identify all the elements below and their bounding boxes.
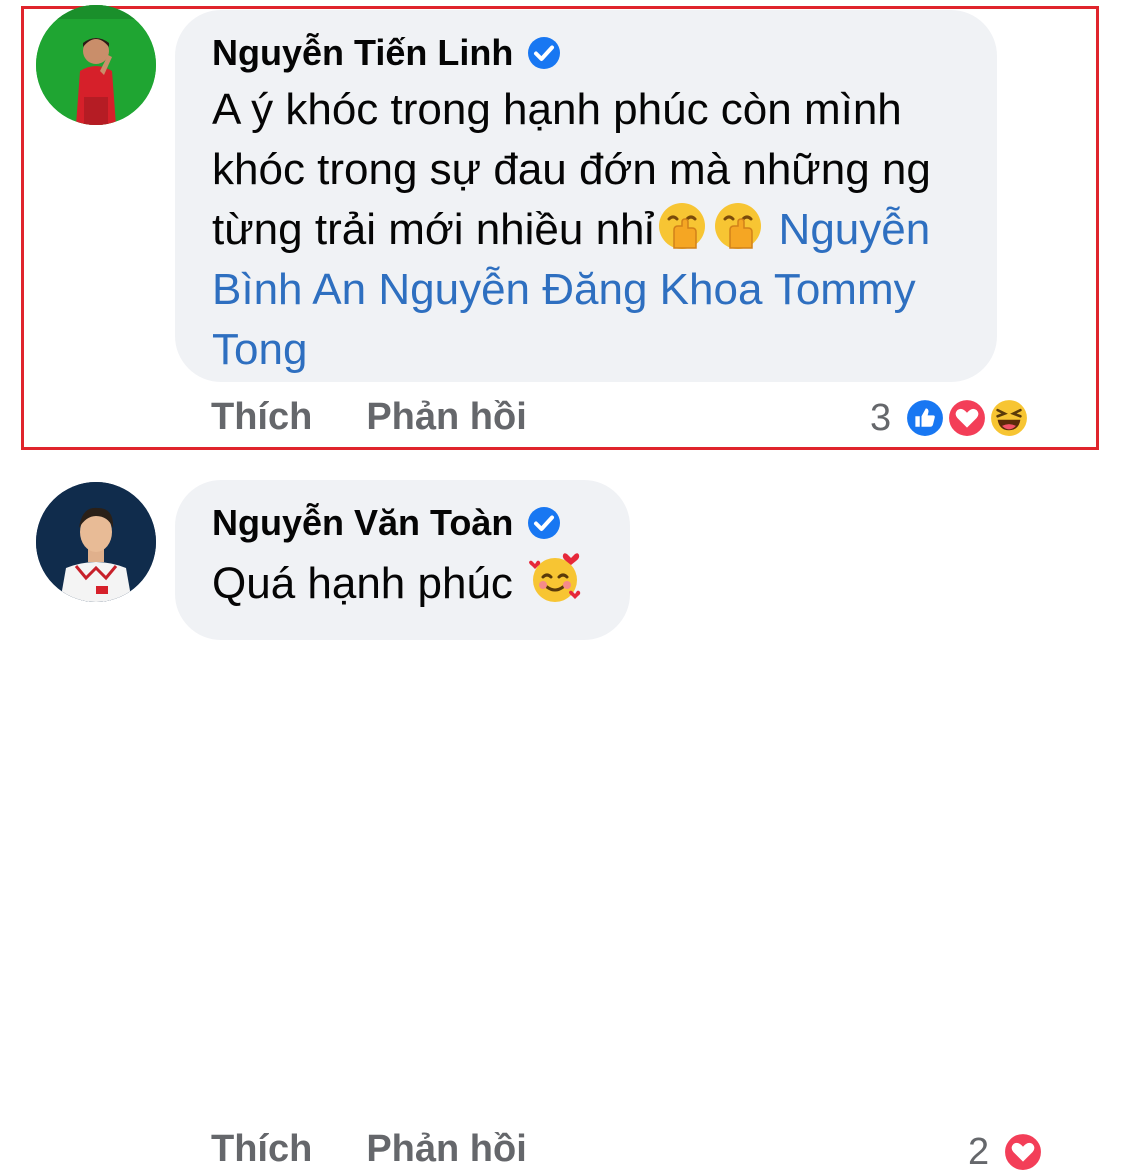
comment-tien-linh: Nguyễn Tiến Linh A ý khóc trong hạnh phú…	[0, 0, 1125, 455]
comment-actions: Thích Phản hồi	[211, 1128, 527, 1171]
haha-reaction-icon	[985, 394, 1034, 442]
love-reaction-icon	[943, 394, 992, 442]
reactions-summary[interactable]: 2	[968, 1128, 1048, 1176]
like-reaction-icon	[901, 394, 950, 442]
smiling-face-with-hearts-emoji	[529, 553, 581, 602]
comment-bubble: Nguyễn Văn Toàn Quá hạnh phúc	[175, 480, 630, 640]
avatar[interactable]	[36, 5, 156, 125]
mention-link[interactable]: Tong	[212, 325, 307, 374]
reply-button[interactable]: Phản hồi	[366, 1128, 526, 1171]
hand-over-mouth-emoji	[659, 203, 706, 249]
comment-actions: Thích Phản hồi	[211, 396, 527, 439]
verified-badge-icon	[528, 37, 561, 69]
reactions-summary[interactable]: 3	[870, 394, 1034, 442]
author-name[interactable]: Nguyễn Tiến Linh	[212, 32, 513, 74]
like-button[interactable]: Thích	[211, 1128, 312, 1171]
mention-link[interactable]: Nguyễn	[779, 205, 931, 254]
comment-van-toan: Nguyễn Văn Toàn Quá hạnh phúc Thích Phản…	[0, 470, 1125, 1176]
like-button[interactable]: Thích	[211, 396, 312, 439]
comment-text: A ý khóc trong hạnh phúc còn mình khóc t…	[212, 85, 931, 374]
comment-text: Quá hạnh phúc	[212, 550, 632, 614]
reply-button[interactable]: Phản hồi	[366, 396, 526, 439]
verified-badge-icon	[528, 507, 561, 539]
avatar[interactable]	[36, 482, 156, 602]
hand-over-mouth-emoji	[715, 203, 762, 249]
reaction-count: 2	[968, 1131, 990, 1173]
mention-link[interactable]: Bình An Nguyễn Đăng Khoa Tommy	[212, 265, 916, 314]
reaction-count: 3	[870, 397, 892, 439]
author-name[interactable]: Nguyễn Văn Toàn	[212, 502, 513, 544]
love-reaction-icon	[999, 1128, 1048, 1176]
comment-bubble: Nguyễn Tiến Linh A ý khóc trong hạnh phú…	[175, 10, 997, 382]
